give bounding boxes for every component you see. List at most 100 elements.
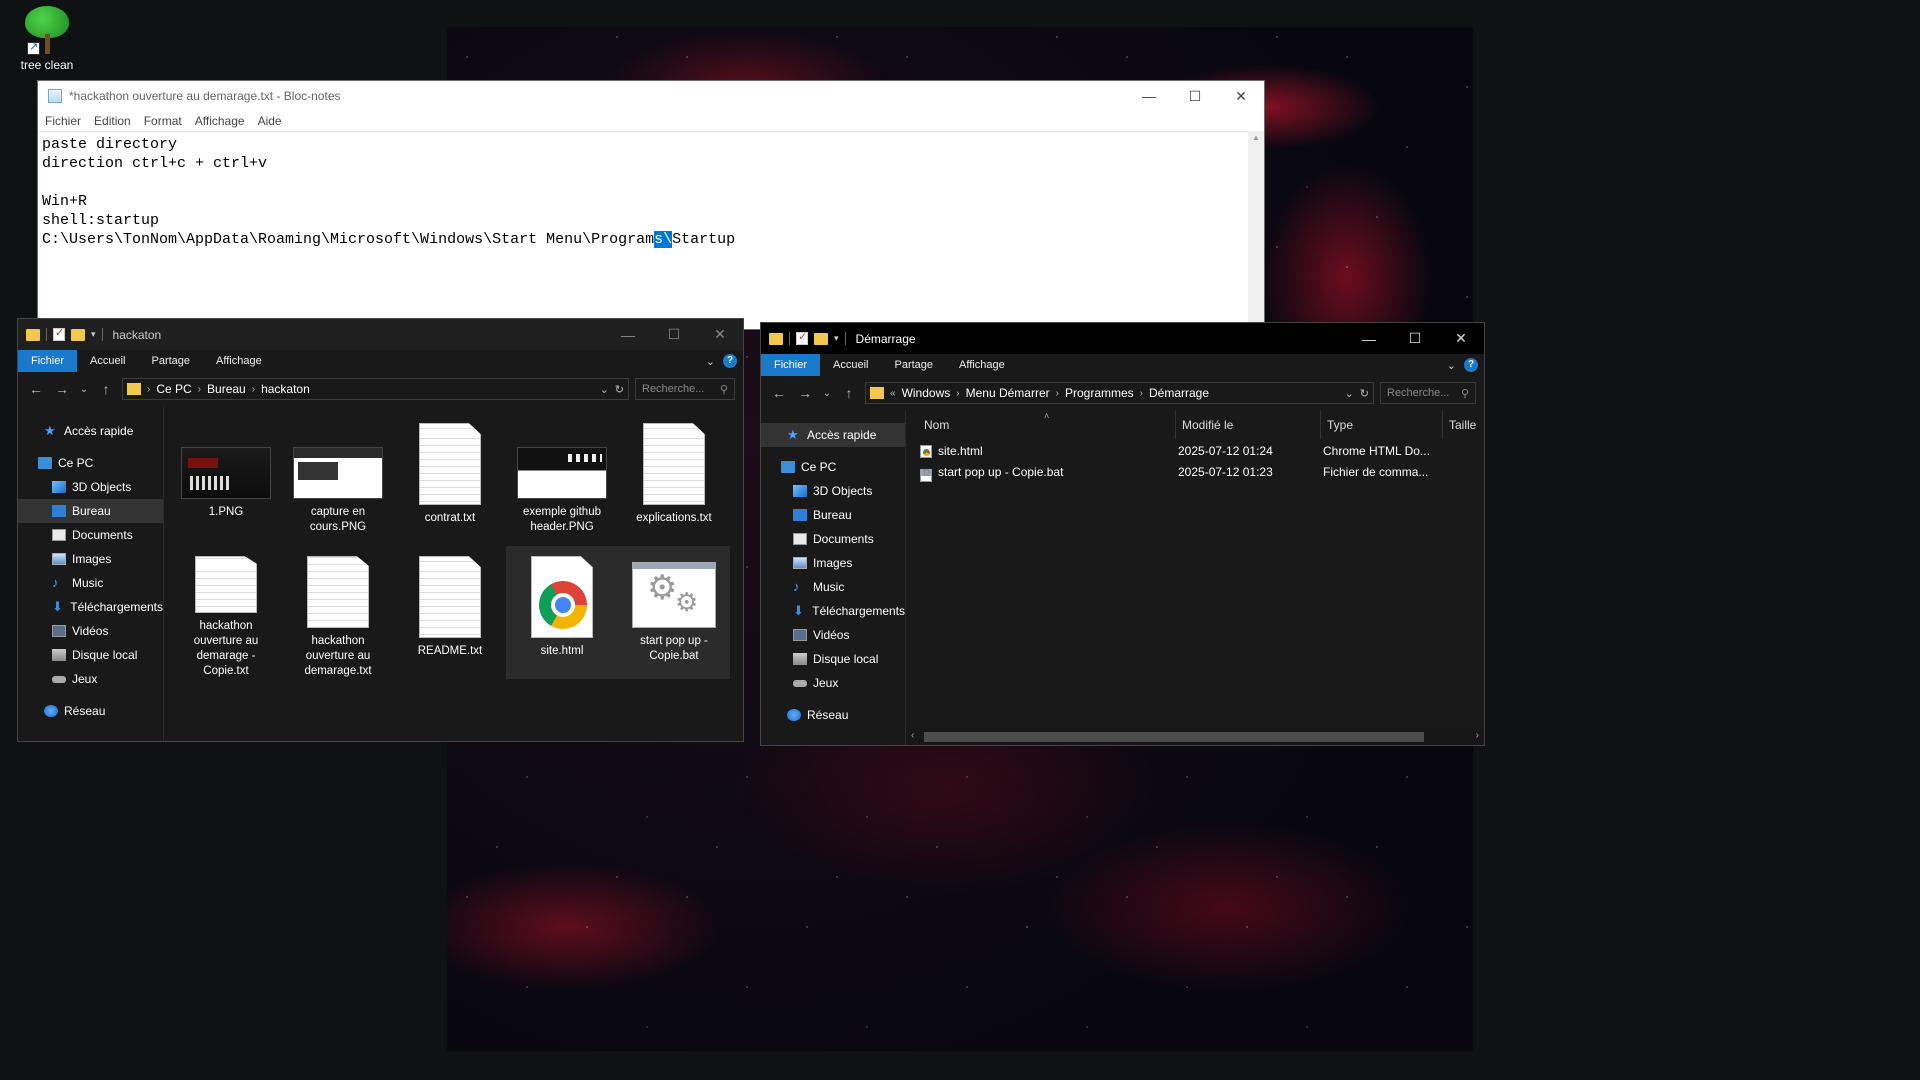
- sidebar-item-music[interactable]: ♪ Music: [761, 575, 905, 599]
- column-header-type[interactable]: Type: [1321, 411, 1443, 439]
- minimize-icon[interactable]: —: [605, 319, 651, 350]
- tab-partage[interactable]: Partage: [881, 354, 946, 376]
- notepad-vertical-scrollbar[interactable]: [1248, 131, 1264, 329]
- address-history-chevron-icon[interactable]: ⌄: [1345, 387, 1354, 400]
- sidebar-item-3d-objects[interactable]: 3D Objects: [18, 475, 163, 499]
- file-item-capture-en-cours[interactable]: capture en cours.PNG: [282, 413, 394, 546]
- tab-accueil[interactable]: Accueil: [820, 354, 881, 376]
- column-header-taille[interactable]: Taille: [1443, 411, 1483, 439]
- sidebar-item-3d-objects[interactable]: 3D Objects: [761, 479, 905, 503]
- file-item-site-html[interactable]: site.html: [506, 546, 618, 679]
- properties-icon[interactable]: [796, 330, 808, 345]
- properties-icon[interactable]: [53, 326, 65, 341]
- close-icon[interactable]: ✕: [1218, 81, 1264, 111]
- sidebar-item-images[interactable]: Images: [761, 551, 905, 575]
- breadcrumb-programmes[interactable]: Programmes: [1065, 386, 1134, 400]
- sidebar-item-jeux[interactable]: Jeux: [761, 671, 905, 695]
- explorer-window-hackaton[interactable]: ▾ hackaton — ☐ ✕ Fichier Accueil Partage…: [17, 318, 744, 742]
- file-item-contrat-txt[interactable]: contrat.txt: [394, 413, 506, 546]
- scroll-right-icon[interactable]: ›: [1476, 730, 1479, 741]
- search-input[interactable]: Recherche... ⚲: [635, 378, 735, 400]
- help-icon[interactable]: ?: [1464, 358, 1478, 372]
- notepad-window[interactable]: *hackathon ouverture au demarage.txt - B…: [37, 80, 1265, 330]
- horizontal-scrollbar[interactable]: ‹ ›: [906, 728, 1484, 745]
- sidebar-item-telechargements[interactable]: ⬇ Téléchargements: [761, 599, 905, 623]
- refresh-icon[interactable]: ↻: [615, 383, 624, 396]
- close-icon[interactable]: ✕: [1438, 323, 1484, 354]
- file-item-explications-txt[interactable]: explications.txt: [618, 413, 730, 546]
- address-bar[interactable]: › Ce PC › Bureau › hackaton ⌄ ↻: [122, 378, 629, 400]
- tab-fichier[interactable]: Fichier: [18, 350, 78, 372]
- sidebar-item-reseau[interactable]: Réseau: [761, 703, 905, 727]
- sidebar-item-telechargements[interactable]: ⬇ Téléchargements: [18, 595, 163, 619]
- sidebar-item-ce-pc[interactable]: Ce PC: [761, 455, 905, 479]
- menu-affichage[interactable]: Affichage: [195, 114, 245, 128]
- sidebar-item-ce-pc[interactable]: Ce PC: [18, 451, 163, 475]
- chevron-right-icon[interactable]: ›: [198, 384, 201, 395]
- column-header-modifie-le[interactable]: Modifié le: [1176, 411, 1321, 439]
- scrollbar-thumb[interactable]: [924, 732, 1424, 742]
- new-folder-icon[interactable]: [814, 332, 828, 345]
- sidebar-item-images[interactable]: Images: [18, 547, 163, 571]
- menu-format[interactable]: Format: [144, 114, 182, 128]
- maximize-icon[interactable]: ☐: [1392, 323, 1438, 354]
- minimize-icon[interactable]: —: [1346, 323, 1392, 354]
- refresh-icon[interactable]: ↻: [1360, 387, 1369, 400]
- sidebar-item-bureau[interactable]: Bureau: [761, 503, 905, 527]
- sidebar-item-videos[interactable]: Vidéos: [761, 623, 905, 647]
- file-item-hackathon-copie-txt[interactable]: hackathon ouverture au demarage - Copie.…: [170, 546, 282, 679]
- notepad-text-area[interactable]: paste directory direction ctrl+c + ctrl+v…: [38, 131, 1248, 329]
- recent-locations-chevron-icon[interactable]: ⌄: [78, 384, 90, 395]
- desktop-shortcut-tree-clean[interactable]: tree clean: [14, 4, 80, 72]
- tab-affichage[interactable]: Affichage: [946, 354, 1018, 376]
- scroll-left-icon[interactable]: ‹: [911, 730, 914, 741]
- maximize-icon[interactable]: ☐: [1172, 81, 1218, 111]
- recent-locations-chevron-icon[interactable]: ⌄: [821, 388, 833, 399]
- address-bar[interactable]: « Windows › Menu Démarrer › Programmes ›…: [865, 382, 1374, 404]
- sidebar-item-videos[interactable]: Vidéos: [18, 619, 163, 643]
- sidebar-item-acces-rapide[interactable]: ★ Accès rapide: [761, 423, 905, 447]
- file-details-list[interactable]: ˄ Nom Modifié le Type Taille site.html 2…: [906, 411, 1484, 745]
- chevron-right-icon[interactable]: ›: [1140, 388, 1143, 399]
- explorer-titlebar[interactable]: ▾ hackaton — ☐ ✕: [18, 319, 743, 350]
- chevron-right-icon[interactable]: ›: [1056, 388, 1059, 399]
- sidebar-item-music[interactable]: ♪ Music: [18, 571, 163, 595]
- sidebar-item-disque-local[interactable]: Disque local: [761, 647, 905, 671]
- expand-ribbon-icon[interactable]: ⌄: [706, 355, 715, 368]
- sidebar-item-documents[interactable]: Documents: [761, 527, 905, 551]
- sidebar-item-acces-rapide[interactable]: ★ Accès rapide: [18, 419, 163, 443]
- address-history-chevron-icon[interactable]: ⌄: [600, 383, 609, 396]
- explorer-titlebar[interactable]: ▾ Démarrage — ☐ ✕: [761, 323, 1484, 354]
- chevron-right-icon[interactable]: ›: [252, 384, 255, 395]
- chevron-right-icon[interactable]: ›: [147, 384, 150, 395]
- tab-fichier[interactable]: Fichier: [761, 354, 821, 376]
- file-item-readme-txt[interactable]: README.txt: [394, 546, 506, 679]
- back-arrow-icon[interactable]: ←: [26, 381, 46, 397]
- column-header-nom[interactable]: Nom: [906, 411, 1176, 439]
- breadcrumb-bureau[interactable]: Bureau: [207, 382, 246, 396]
- maximize-icon[interactable]: ☐: [651, 319, 697, 350]
- breadcrumb-hackaton[interactable]: hackaton: [261, 382, 310, 396]
- expand-ribbon-icon[interactable]: ⌄: [1447, 359, 1456, 372]
- sidebar-item-bureau[interactable]: Bureau: [18, 499, 163, 523]
- table-row[interactable]: site.html 2025-07-12 01:24 Chrome HTML D…: [920, 441, 1433, 461]
- customize-quick-access-icon[interactable]: ▾: [91, 329, 96, 340]
- sidebar-item-documents[interactable]: Documents: [18, 523, 163, 547]
- tab-partage[interactable]: Partage: [138, 350, 203, 372]
- notepad-titlebar[interactable]: *hackathon ouverture au demarage.txt - B…: [38, 81, 1264, 111]
- search-input[interactable]: Recherche... ⚲: [1380, 382, 1476, 404]
- file-item-hackathon-txt[interactable]: hackathon ouverture au demarage.txt: [282, 546, 394, 679]
- breadcrumb-demarrage[interactable]: Démarrage: [1149, 386, 1209, 400]
- up-arrow-icon[interactable]: ↑: [839, 385, 859, 401]
- back-arrow-icon[interactable]: ←: [769, 385, 789, 401]
- chevron-right-icon[interactable]: ›: [956, 388, 959, 399]
- menu-aide[interactable]: Aide: [258, 114, 282, 128]
- file-item-exemple-github-header[interactable]: exemple github header.PNG: [506, 413, 618, 546]
- menu-fichier[interactable]: Fichier: [45, 114, 81, 128]
- breadcrumb-windows[interactable]: Windows: [902, 386, 951, 400]
- customize-quick-access-icon[interactable]: ▾: [834, 333, 839, 344]
- sidebar-item-jeux[interactable]: Jeux: [18, 667, 163, 691]
- tab-accueil[interactable]: Accueil: [77, 350, 138, 372]
- forward-arrow-icon[interactable]: →: [795, 385, 815, 401]
- breadcrumb-ce-pc[interactable]: Ce PC: [156, 382, 191, 396]
